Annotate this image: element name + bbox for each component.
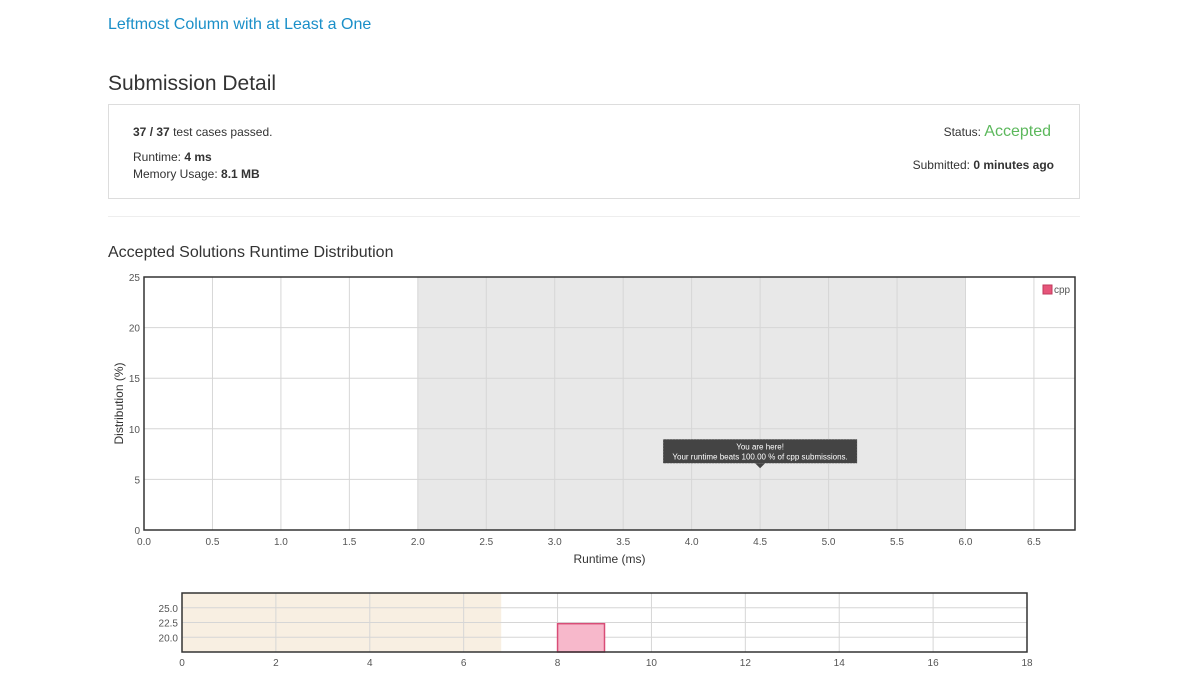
runtime-distribution-charts: 0.0 0.5 1.0 1.5 2.0 2.5 3.0 3.5 4.0 4.5 5.0 5.5 6.0 6… [112,273,1076,669]
overview-x-tick-label: 2 [273,658,279,669]
legend-label-cpp: cpp [1054,285,1071,296]
overview-x-tick-label: 8 [555,658,561,669]
legend-swatch-cpp[interactable] [1042,284,1053,295]
x-tick-label: 2.5 [479,537,493,548]
x-tick-label: 4.5 [753,537,767,548]
x-tick-label: 3.5 [616,537,630,548]
tooltip-line-2: Your runtime beats 100.00 % of cpp submi… [672,452,847,461]
overview-x-tick-label: 6 [461,658,467,669]
y-axis-label: Distribution (%) [112,362,126,444]
overview-x-tick-label: 16 [928,658,940,669]
x-tick-label: 0.5 [206,537,220,548]
tooltip-line-1: You are here! [736,442,784,451]
overview-bar[interactable] [556,622,606,653]
y-tick-label: 15 [129,374,141,385]
x-tick-label: 2.0 [411,537,425,548]
overview-x-tick-label: 4 [367,658,373,669]
overview-x-tick-label: 14 [834,658,846,669]
x-tick-label: 5.0 [822,537,836,548]
x-tick-label: 1.5 [342,537,356,548]
overview-x-tick-label: 18 [1021,658,1033,669]
overview-y-tick-label: 20.0 [159,633,179,644]
overview-x-tick-label: 10 [646,658,658,669]
x-tick-label: 4.0 [685,537,699,548]
y-tick-label: 25 [129,273,141,284]
y-tick-label: 5 [134,475,140,486]
overview-x-tick-label: 12 [740,658,752,669]
x-tick-label: 6.5 [1027,537,1041,548]
x-axis-label: Runtime (ms) [573,552,645,566]
x-tick-label: 6.0 [959,537,973,548]
overview-y-tick-label: 25.0 [159,604,179,615]
overview-x-tick-label: 0 [179,658,185,669]
y-tick-label: 10 [129,425,141,436]
y-tick-label: 0 [134,526,140,537]
x-tick-label: 1.0 [274,537,288,548]
overview-y-tick-label: 22.5 [159,619,179,630]
x-tick-label: 3.0 [548,537,562,548]
y-tick-label: 20 [129,324,141,335]
x-tick-label: 0.0 [137,537,151,548]
x-tick-label: 5.5 [890,537,904,548]
